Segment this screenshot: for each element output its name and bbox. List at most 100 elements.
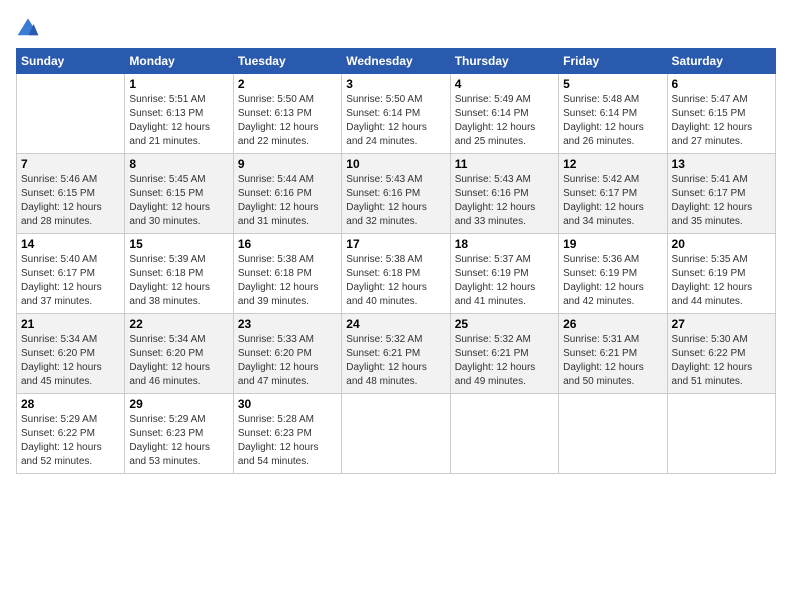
calendar-week-4: 21 Sunrise: 5:34 AM Sunset: 6:20 PM Dayli…: [17, 314, 776, 394]
day-info: Sunrise: 5:38 AM Sunset: 6:18 PM Dayligh…: [238, 253, 337, 309]
calendar-week-3: 14 Sunrise: 5:40 AM Sunset: 6:17 PM Dayli…: [17, 234, 776, 314]
day-info: Sunrise: 5:39 AM Sunset: 6:18 PM Dayligh…: [129, 253, 228, 309]
day-info: Sunrise: 5:48 AM Sunset: 6:14 PM Dayligh…: [563, 93, 662, 149]
day-number: 11: [455, 157, 554, 171]
calendar-cell: 8 Sunrise: 5:45 AM Sunset: 6:15 PM Daylig…: [125, 154, 233, 234]
day-info: Sunrise: 5:34 AM Sunset: 6:20 PM Dayligh…: [129, 333, 228, 389]
calendar-week-2: 7Sunrise: 5:46 AM Sunset: 6:15 PM Daylig…: [17, 154, 776, 234]
calendar-header-row: SundayMondayTuesdayWednesdayThursdayFrid…: [17, 49, 776, 74]
day-number: 1: [129, 77, 228, 91]
day-info: Sunrise: 5:35 AM Sunset: 6:19 PM Dayligh…: [672, 253, 771, 309]
day-info: Sunrise: 5:34 AM Sunset: 6:20 PM Dayligh…: [21, 333, 120, 389]
day-info: Sunrise: 5:45 AM Sunset: 6:15 PM Dayligh…: [129, 173, 228, 229]
calendar-header-friday: Friday: [559, 49, 667, 74]
day-info: Sunrise: 5:41 AM Sunset: 6:17 PM Dayligh…: [672, 173, 771, 229]
calendar-header-thursday: Thursday: [450, 49, 558, 74]
day-info: Sunrise: 5:50 AM Sunset: 6:14 PM Dayligh…: [346, 93, 445, 149]
calendar-header-tuesday: Tuesday: [233, 49, 341, 74]
calendar-cell: 17 Sunrise: 5:38 AM Sunset: 6:18 PM Dayli…: [342, 234, 450, 314]
day-info: Sunrise: 5:31 AM Sunset: 6:21 PM Dayligh…: [563, 333, 662, 389]
day-info: Sunrise: 5:44 AM Sunset: 6:16 PM Dayligh…: [238, 173, 337, 229]
calendar-cell: 9Sunrise: 5:44 AM Sunset: 6:16 PM Daylig…: [233, 154, 341, 234]
day-number: 28: [21, 397, 120, 411]
calendar-cell: 13 Sunrise: 5:41 AM Sunset: 6:17 PM Dayli…: [667, 154, 775, 234]
day-number: 27: [672, 317, 771, 331]
day-number: 14: [21, 237, 120, 251]
calendar-cell: 5 Sunrise: 5:48 AM Sunset: 6:14 PM Daylig…: [559, 74, 667, 154]
day-info: Sunrise: 5:29 AM Sunset: 6:22 PM Dayligh…: [21, 413, 120, 469]
calendar-cell: 12 Sunrise: 5:42 AM Sunset: 6:17 PM Dayli…: [559, 154, 667, 234]
day-number: 4: [455, 77, 554, 91]
calendar-cell: 25Sunrise: 5:32 AM Sunset: 6:21 PM Dayli…: [450, 314, 558, 394]
day-info: Sunrise: 5:43 AM Sunset: 6:16 PM Dayligh…: [455, 173, 554, 229]
calendar-table: SundayMondayTuesdayWednesdayThursdayFrid…: [16, 48, 776, 474]
day-info: Sunrise: 5:28 AM Sunset: 6:23 PM Dayligh…: [238, 413, 337, 469]
day-info: Sunrise: 5:30 AM Sunset: 6:22 PM Dayligh…: [672, 333, 771, 389]
day-info: Sunrise: 5:33 AM Sunset: 6:20 PM Dayligh…: [238, 333, 337, 389]
calendar-header-sunday: Sunday: [17, 49, 125, 74]
day-info: Sunrise: 5:29 AM Sunset: 6:23 PM Dayligh…: [129, 413, 228, 469]
day-number: 23: [238, 317, 337, 331]
day-number: 12: [563, 157, 662, 171]
day-info: Sunrise: 5:50 AM Sunset: 6:13 PM Dayligh…: [238, 93, 337, 149]
logo: [16, 16, 44, 40]
calendar-cell: 20 Sunrise: 5:35 AM Sunset: 6:19 PM Dayli…: [667, 234, 775, 314]
calendar-cell: 4 Sunrise: 5:49 AM Sunset: 6:14 PM Daylig…: [450, 74, 558, 154]
calendar-cell: [667, 394, 775, 474]
calendar-week-5: 28 Sunrise: 5:29 AM Sunset: 6:22 PM Dayli…: [17, 394, 776, 474]
calendar-cell: 23 Sunrise: 5:33 AM Sunset: 6:20 PM Dayli…: [233, 314, 341, 394]
day-number: 3: [346, 77, 445, 91]
day-info: Sunrise: 5:40 AM Sunset: 6:17 PM Dayligh…: [21, 253, 120, 309]
calendar-cell: 11 Sunrise: 5:43 AM Sunset: 6:16 PM Dayli…: [450, 154, 558, 234]
day-info: Sunrise: 5:51 AM Sunset: 6:13 PM Dayligh…: [129, 93, 228, 149]
day-info: Sunrise: 5:42 AM Sunset: 6:17 PM Dayligh…: [563, 173, 662, 229]
day-number: 10: [346, 157, 445, 171]
day-number: 15: [129, 237, 228, 251]
day-info: Sunrise: 5:36 AM Sunset: 6:19 PM Dayligh…: [563, 253, 662, 309]
day-info: Sunrise: 5:38 AM Sunset: 6:18 PM Dayligh…: [346, 253, 445, 309]
day-number: 20: [672, 237, 771, 251]
logo-icon: [16, 16, 40, 40]
day-info: Sunrise: 5:49 AM Sunset: 6:14 PM Dayligh…: [455, 93, 554, 149]
calendar-cell: [450, 394, 558, 474]
day-info: Sunrise: 5:47 AM Sunset: 6:15 PM Dayligh…: [672, 93, 771, 149]
day-info: Sunrise: 5:43 AM Sunset: 6:16 PM Dayligh…: [346, 173, 445, 229]
day-number: 2: [238, 77, 337, 91]
calendar-cell: 16 Sunrise: 5:38 AM Sunset: 6:18 PM Dayli…: [233, 234, 341, 314]
calendar-cell: 3 Sunrise: 5:50 AM Sunset: 6:14 PM Daylig…: [342, 74, 450, 154]
calendar-cell: 2 Sunrise: 5:50 AM Sunset: 6:13 PM Daylig…: [233, 74, 341, 154]
calendar-cell: 18Sunrise: 5:37 AM Sunset: 6:19 PM Dayli…: [450, 234, 558, 314]
calendar-cell: 21 Sunrise: 5:34 AM Sunset: 6:20 PM Dayli…: [17, 314, 125, 394]
day-number: 25: [455, 317, 554, 331]
day-number: 6: [672, 77, 771, 91]
day-info: Sunrise: 5:32 AM Sunset: 6:21 PM Dayligh…: [346, 333, 445, 389]
day-number: 13: [672, 157, 771, 171]
day-number: 8: [129, 157, 228, 171]
day-number: 22: [129, 317, 228, 331]
day-info: Sunrise: 5:46 AM Sunset: 6:15 PM Dayligh…: [21, 173, 120, 229]
calendar-cell: 27 Sunrise: 5:30 AM Sunset: 6:22 PM Dayli…: [667, 314, 775, 394]
calendar-cell: [559, 394, 667, 474]
calendar-header-wednesday: Wednesday: [342, 49, 450, 74]
calendar-cell: [17, 74, 125, 154]
calendar-cell: 6 Sunrise: 5:47 AM Sunset: 6:15 PM Daylig…: [667, 74, 775, 154]
calendar-cell: 30 Sunrise: 5:28 AM Sunset: 6:23 PM Dayli…: [233, 394, 341, 474]
calendar-cell: 10 Sunrise: 5:43 AM Sunset: 6:16 PM Dayli…: [342, 154, 450, 234]
day-number: 30: [238, 397, 337, 411]
day-number: 19: [563, 237, 662, 251]
day-number: 5: [563, 77, 662, 91]
calendar-cell: 29 Sunrise: 5:29 AM Sunset: 6:23 PM Dayli…: [125, 394, 233, 474]
day-number: 29: [129, 397, 228, 411]
day-number: 21: [21, 317, 120, 331]
calendar-cell: 24 Sunrise: 5:32 AM Sunset: 6:21 PM Dayli…: [342, 314, 450, 394]
calendar-cell: 28 Sunrise: 5:29 AM Sunset: 6:22 PM Dayli…: [17, 394, 125, 474]
calendar-cell: 22 Sunrise: 5:34 AM Sunset: 6:20 PM Dayli…: [125, 314, 233, 394]
calendar-cell: 7Sunrise: 5:46 AM Sunset: 6:15 PM Daylig…: [17, 154, 125, 234]
calendar-cell: 26Sunrise: 5:31 AM Sunset: 6:21 PM Dayli…: [559, 314, 667, 394]
day-number: 17: [346, 237, 445, 251]
day-number: 24: [346, 317, 445, 331]
day-number: 16: [238, 237, 337, 251]
calendar-header-monday: Monday: [125, 49, 233, 74]
day-info: Sunrise: 5:37 AM Sunset: 6:19 PM Dayligh…: [455, 253, 554, 309]
calendar-cell: 15 Sunrise: 5:39 AM Sunset: 6:18 PM Dayli…: [125, 234, 233, 314]
